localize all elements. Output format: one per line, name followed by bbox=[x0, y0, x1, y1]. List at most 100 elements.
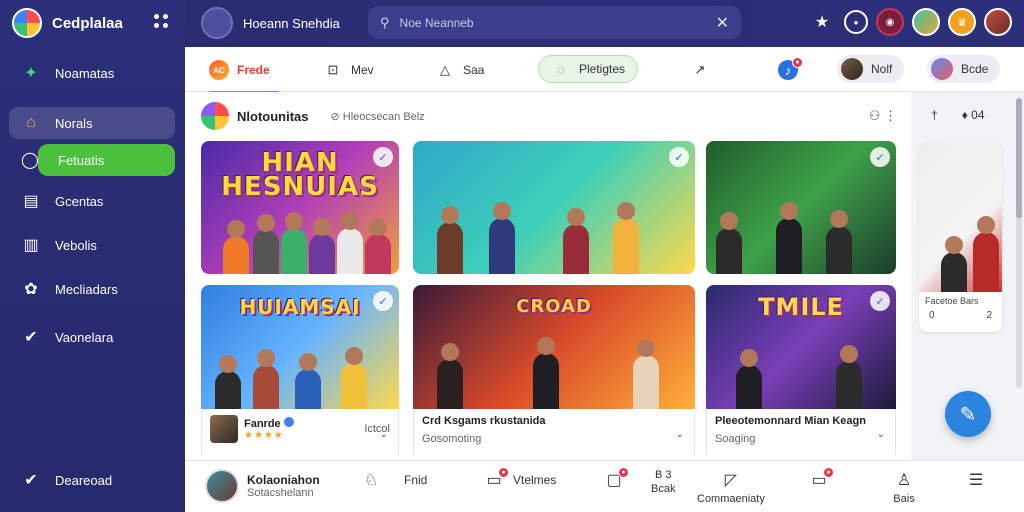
sidebar-item-circle[interactable]: ◯ bbox=[9, 144, 39, 176]
tab-saa[interactable]: △ Saa bbox=[435, 57, 484, 83]
video-card[interactable]: CROAD Crd Ksgams rkustanida Gosomoting ⌄ bbox=[413, 285, 695, 461]
bottom-item-fnid[interactable]: ♘ Fnid bbox=[360, 469, 428, 491]
bottom-user[interactable]: Kolaoniahon Sotacshelann bbox=[205, 469, 320, 503]
preview-card[interactable]: Facetoe Bars 0 2 bbox=[919, 142, 1002, 332]
chat-icon: ◌ bbox=[557, 61, 565, 77]
circle-icon: ◯ bbox=[21, 152, 39, 169]
check-icon[interactable]: ✓ bbox=[373, 147, 393, 167]
sidebar-item-vaonelara[interactable]: ✔ Vaonelara bbox=[9, 321, 175, 353]
sidebar-item-label: Vebolis bbox=[55, 237, 97, 253]
user-subtitle: Sotacshelann bbox=[247, 487, 314, 499]
brand[interactable]: Cedplalaa bbox=[12, 8, 123, 38]
user-icon: ♘ bbox=[363, 472, 379, 489]
pencil-icon: ✎ bbox=[959, 403, 977, 426]
preview-meta: Facetoe Bars bbox=[925, 296, 979, 306]
scrollbar[interactable] bbox=[1016, 98, 1022, 388]
tab-nolf[interactable]: Nolf bbox=[837, 55, 905, 83]
triangle-icon: △ bbox=[440, 62, 450, 77]
tab-bcde[interactable]: Bcde bbox=[927, 55, 1001, 83]
sidebar-item-label: Fetuatis bbox=[58, 152, 105, 168]
flag-icon: ◸ bbox=[724, 472, 738, 489]
search-input[interactable] bbox=[399, 15, 706, 30]
avatar[interactable] bbox=[984, 8, 1012, 36]
bell-icon: ▭ ● bbox=[808, 467, 834, 491]
tab-label: Pletigtes bbox=[579, 62, 626, 76]
card-title: Crd Ksgams rkustanida bbox=[422, 415, 546, 427]
bottom-item-screen[interactable]: ▢ ● bbox=[603, 467, 629, 491]
check-icon: ✔ bbox=[24, 472, 38, 489]
record-icon[interactable]: ◉ bbox=[876, 8, 904, 36]
video-thumbnail: HUIAMSAI ✓ bbox=[201, 285, 399, 409]
person-icon: ♙ bbox=[896, 472, 912, 489]
screen-icon: ▢ ● bbox=[603, 467, 629, 491]
tab-mev[interactable]: ⊡ Mev bbox=[323, 57, 374, 83]
video-thumbnail: HIAN HESNUIAS ✓ bbox=[201, 141, 399, 274]
video-card[interactable]: ✓ bbox=[706, 141, 896, 274]
pin-icon[interactable]: † bbox=[931, 108, 938, 122]
crown-icon[interactable]: ♛ bbox=[948, 8, 976, 36]
video-card[interactable]: HIAN HESNUIAS ✓ bbox=[201, 141, 399, 274]
video-card[interactable]: HUIAMSAI ✓ Fanrde ★★★★ Ictcol ⌄ bbox=[201, 285, 399, 461]
star-icon[interactable]: ★ bbox=[808, 8, 836, 36]
bottom-item-label: Fnid bbox=[404, 473, 428, 487]
card-title: Fanrde bbox=[244, 418, 281, 430]
tab-frede[interactable]: AC Frede bbox=[209, 57, 279, 94]
chevron-down-icon[interactable]: ⌄ bbox=[380, 429, 388, 440]
content-panel: Nlotounitas ⊘ Hleocsecan Belz ⚇ ⋮ HIAN H… bbox=[185, 92, 911, 461]
notification-badge: ● bbox=[792, 57, 803, 68]
brand-name: Cedplalaa bbox=[52, 14, 123, 32]
search-icon: ⚲ bbox=[380, 14, 390, 30]
close-icon[interactable]: ✕ bbox=[716, 13, 729, 33]
video-card[interactable]: TMILE ✓ Pleeotemonnard Mian Keagn Soagin… bbox=[706, 285, 896, 461]
bottom-item-vtelmes[interactable]: ▭ ● Vtelmes bbox=[483, 467, 556, 491]
bottom-item-label: Bais bbox=[893, 493, 915, 505]
bottom-item-top: B 3 bbox=[654, 469, 672, 481]
bottom-item-bcak[interactable]: B 3 Bcak bbox=[651, 469, 675, 495]
preview-stats: 0 2 bbox=[929, 310, 992, 321]
tab-share[interactable]: ↗ bbox=[690, 57, 710, 83]
sidebar-item-noamatas[interactable]: ✦ Noamatas bbox=[9, 57, 175, 89]
card-info: Crd Ksgams rkustanida Gosomoting ⌄ bbox=[413, 409, 695, 461]
bottom-item-bais[interactable]: ♙ Bais bbox=[893, 469, 915, 505]
tab-label: Nolf bbox=[871, 62, 893, 76]
tab-label: Frede bbox=[237, 63, 270, 77]
tab-notifications[interactable]: ♪ ● bbox=[778, 57, 803, 83]
sidebar-item-norals[interactable]: ⌂ Norals bbox=[9, 107, 175, 139]
avatar[interactable] bbox=[912, 8, 940, 36]
home-icon: ⌂ bbox=[26, 114, 36, 131]
bottom-item-commaeniaty[interactable]: ◸ Commaeniaty bbox=[697, 469, 765, 505]
check-icon[interactable]: ✓ bbox=[669, 147, 689, 167]
add-user-icon[interactable]: ⚇ ⋮ bbox=[869, 108, 897, 124]
sidebar-item-mecliadars[interactable]: ✿ Mecliadars bbox=[9, 273, 175, 305]
thumbnail-title: HUIAMSAI bbox=[239, 295, 361, 319]
sparkle-icon: ✦ bbox=[24, 65, 38, 82]
frede-logo-icon: AC bbox=[209, 60, 229, 80]
thumbnail-people bbox=[201, 212, 399, 274]
sidebar-item-deareoad[interactable]: ✔ Deareoad bbox=[9, 464, 175, 496]
rating-stars: ★★★★ bbox=[244, 430, 284, 441]
square-plus-icon: ⊡ bbox=[327, 62, 339, 77]
bottom-item-alerts[interactable]: ▭ ● bbox=[808, 467, 834, 491]
user-name: Kolaoniahon bbox=[247, 473, 320, 487]
profile-chip[interactable]: Hoeann Snehdia bbox=[201, 7, 340, 39]
edit-fab-button[interactable]: ✎ bbox=[945, 391, 991, 437]
record-ring-icon[interactable]: ● bbox=[844, 10, 868, 34]
bottom-item-menu[interactable]: ☰ bbox=[965, 469, 987, 491]
sidebar-item-gcentas[interactable]: ▤ Gcentas bbox=[9, 185, 175, 217]
sidebar: Cedplalaa ✦ Noamatas ⌂ Norals ◯ Fetuatis… bbox=[0, 0, 185, 512]
tab-label: Mev bbox=[351, 63, 374, 77]
sidebar-item-vebolis[interactable]: ▥ Vebolis bbox=[9, 229, 175, 261]
check-circle-icon: ✔ bbox=[24, 329, 38, 346]
video-card[interactable]: ✓ bbox=[413, 141, 695, 274]
check-icon[interactable]: ✓ bbox=[870, 291, 890, 311]
chevron-down-icon[interactable]: ⌄ bbox=[676, 429, 684, 440]
video-thumbnail: CROAD bbox=[413, 285, 695, 409]
apps-grid-icon[interactable] bbox=[154, 14, 168, 28]
check-icon[interactable]: ✓ bbox=[373, 291, 393, 311]
tab-pletigtes[interactable]: ◌ Pletigtes bbox=[538, 55, 639, 83]
sidebar-item-fetuatis[interactable]: Fetuatis bbox=[38, 144, 175, 176]
thumbnail-people bbox=[201, 347, 399, 409]
thumbnail-title: CROAD bbox=[516, 296, 592, 317]
chevron-down-icon[interactable]: ⌄ bbox=[877, 429, 885, 440]
check-icon[interactable]: ✓ bbox=[870, 147, 890, 167]
